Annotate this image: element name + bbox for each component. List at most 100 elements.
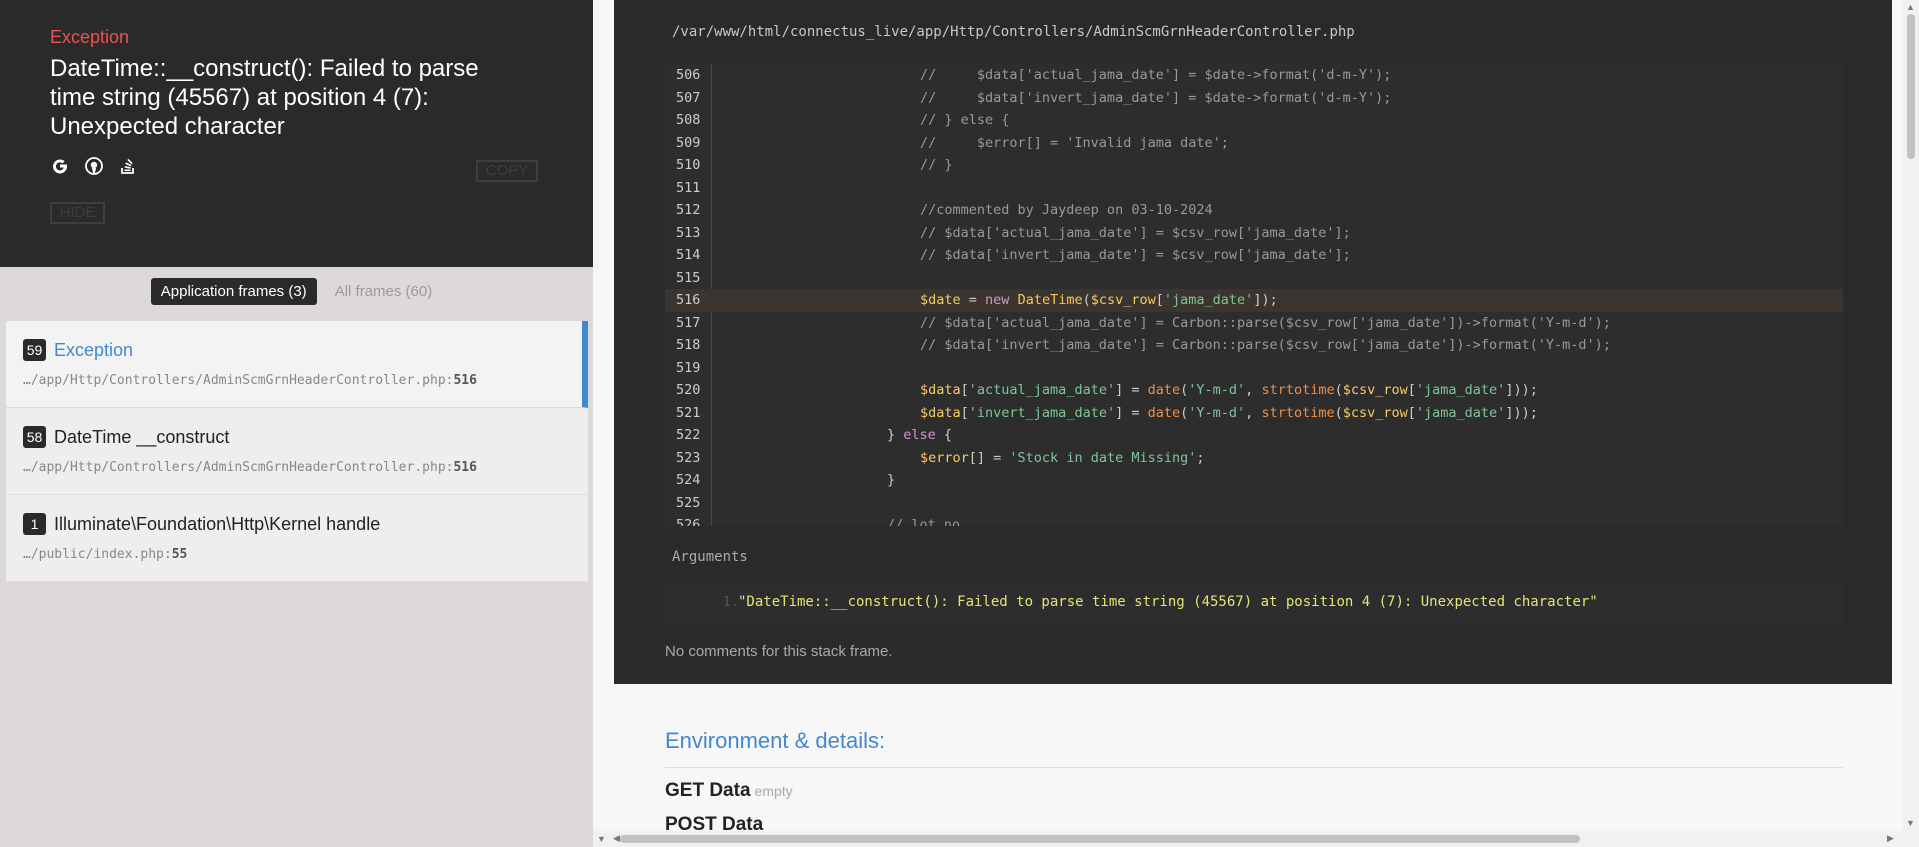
- code-line: 524}: [665, 469, 1843, 492]
- code-line: 521 $data['invert_jama_date'] = date('Y-m…: [665, 402, 1843, 425]
- frame-index: 58: [23, 426, 46, 448]
- frame-title: Exception: [54, 340, 134, 360]
- code-line: 510 // }: [665, 154, 1843, 177]
- line-number: 511: [676, 179, 701, 196]
- frame-file: …/public/index.php:55: [23, 547, 188, 562]
- line-number: 520: [676, 382, 701, 398]
- frame-file: …/app/Http/Controllers/AdminScmGrnHeader…: [23, 460, 477, 475]
- code-line: 523 $error[] = 'Stock in date Missing';: [665, 447, 1843, 470]
- scroll-right-icon[interactable]: ▶: [1887, 833, 1894, 844]
- frame-index: 59: [23, 339, 46, 361]
- line-number: 523: [676, 449, 701, 466]
- code-line: 509 // $error[] = 'Invalid jama date';: [665, 132, 1843, 155]
- get-data-heading: GET Data empty: [665, 780, 793, 801]
- code-line: 515: [665, 267, 1843, 290]
- line-number: 518: [676, 337, 701, 353]
- code-line: 526 // lot no: [665, 514, 1843, 526]
- stack-panel: Exception DateTime::__construct(): Faile…: [0, 0, 593, 847]
- code-line: 506 // $data['actual_jama_date'] = $date-…: [665, 64, 1843, 87]
- code-text: // $data['invert_jama_date'] = $date->fo…: [920, 89, 1392, 106]
- line-number: 506: [676, 67, 701, 83]
- line-number: 526: [676, 517, 701, 526]
- copy-button[interactable]: COPY: [476, 160, 538, 182]
- line-number: 521: [676, 404, 701, 421]
- horizontal-scrollbar[interactable]: ◀ ▶: [593, 831, 1903, 847]
- code-line: 511: [665, 177, 1843, 200]
- code-text: // $data['invert_jama_date'] = $csv_row[…: [920, 247, 1351, 263]
- code-text: // lot no: [887, 517, 961, 526]
- details-panel: /var/www/html/connectus_live/app/Http/Co…: [593, 0, 1903, 847]
- code-line: 517 // $data['actual_jama_date'] = Carbon…: [665, 312, 1843, 335]
- argument-value: "DateTime::__construct(): Failed to pars…: [738, 594, 1598, 610]
- frame-file-path: /var/www/html/connectus_live/app/Http/Co…: [672, 24, 1355, 40]
- code-line: 508 // } else {: [665, 109, 1843, 132]
- line-number: 525: [676, 494, 701, 511]
- tab-all-frames[interactable]: All frames (60): [325, 278, 443, 305]
- code-line: 518 // $data['invert_jama_date'] = Carbon…: [665, 334, 1843, 357]
- scroll-down-icon[interactable]: ▼: [1906, 818, 1915, 828]
- code-text: // $data['actual_jama_date'] = $csv_row[…: [920, 224, 1351, 241]
- code-line: 507 // $data['invert_jama_date'] = $date-…: [665, 87, 1843, 110]
- frame-index: 1: [23, 513, 46, 535]
- code-line: 513 // $data['actual_jama_date'] = $csv_r…: [665, 222, 1843, 245]
- code-text: // }: [920, 157, 953, 173]
- scroll-left-icon[interactable]: ◀: [613, 833, 620, 844]
- code-block: 506 // $data['actual_jama_date'] = $date-…: [665, 64, 1843, 526]
- frame-item[interactable]: 58 DateTime __construct …/app/Http/Contr…: [6, 408, 588, 495]
- line-number: 524: [676, 472, 701, 488]
- line-number: 522: [676, 427, 701, 443]
- code-text: } else {: [887, 427, 953, 443]
- code-text: // $data['actual_jama_date'] = Carbon::p…: [920, 314, 1611, 331]
- exception-class: Exception: [50, 27, 130, 47]
- code-line: 519: [665, 357, 1843, 380]
- code-text: // $data['invert_jama_date'] = Carbon::p…: [920, 337, 1611, 353]
- no-comments-text: No comments for this stack frame.: [665, 643, 893, 660]
- code-text: // $data['actual_jama_date'] = $date->fo…: [920, 67, 1392, 83]
- vertical-scrollbar[interactable]: ▲ ▼: [1903, 0, 1919, 847]
- code-text: }: [887, 472, 896, 488]
- code-text: // } else {: [920, 112, 1010, 128]
- frame-title: Illuminate\Foundation\Http\Kernel handle: [54, 514, 381, 534]
- code-line: 516 $date = new DateTime($csv_row['jama_d…: [665, 289, 1843, 312]
- horizontal-scroll-thumb[interactable]: [620, 835, 1580, 843]
- code-line: 512 //commented by Jaydeep on 03-10-2024: [665, 199, 1843, 222]
- line-number: 519: [676, 359, 701, 376]
- line-number: 516: [676, 292, 701, 308]
- frame-file: …/app/Http/Controllers/AdminScmGrnHeader…: [23, 373, 477, 388]
- panel-scroll-down-icon[interactable]: ▼: [597, 834, 606, 844]
- argument-index: 1.: [723, 595, 739, 610]
- frame-filter-tabs: Application frames (3) All frames (60): [0, 278, 593, 306]
- hide-button[interactable]: HIDE: [50, 202, 105, 224]
- search-icons: [50, 156, 138, 176]
- line-number: 514: [676, 247, 701, 263]
- code-text: $data['invert_jama_date'] = date('Y-m-d'…: [920, 404, 1538, 421]
- arguments-label: Arguments: [672, 549, 748, 565]
- code-text: $date = new DateTime($csv_row['jama_date…: [920, 292, 1278, 308]
- line-number: 512: [676, 202, 701, 218]
- exception-message: DateTime::__construct(): Failed to parse…: [50, 55, 479, 140]
- code-text: // $error[] = 'Invalid jama date';: [920, 134, 1229, 151]
- code-line: 514 // $data['invert_jama_date'] = $csv_r…: [665, 244, 1843, 267]
- code-line: 520 $data['actual_jama_date'] = date('Y-m…: [665, 379, 1843, 402]
- duckduckgo-icon[interactable]: [84, 156, 104, 176]
- line-number: 510: [676, 157, 701, 173]
- stackoverflow-icon[interactable]: [118, 156, 138, 176]
- line-number: 509: [676, 134, 701, 151]
- scroll-up-icon[interactable]: ▲: [1906, 2, 1915, 12]
- code-line: 525: [665, 492, 1843, 515]
- line-number: 515: [676, 269, 701, 286]
- line-number: 517: [676, 314, 701, 331]
- environment-title: Environment & details:: [665, 728, 886, 753]
- vertical-scroll-thumb[interactable]: [1907, 14, 1915, 159]
- code-text: //commented by Jaydeep on 03-10-2024: [920, 202, 1213, 218]
- line-number: 507: [676, 89, 701, 106]
- frame-details: /var/www/html/connectus_live/app/Http/Co…: [614, 0, 1892, 684]
- google-icon[interactable]: [50, 156, 70, 176]
- arguments-block: 1. "DateTime::__construct(): Failed to p…: [665, 583, 1843, 623]
- tab-application-frames[interactable]: Application frames (3): [150, 278, 317, 305]
- frame-title: DateTime __construct: [54, 427, 230, 447]
- frame-list: 59 Exception …/app/Http/Controllers/Admi…: [6, 321, 588, 582]
- exception-header: Exception DateTime::__construct(): Faile…: [0, 0, 593, 267]
- frame-item[interactable]: 59 Exception …/app/Http/Controllers/Admi…: [6, 321, 588, 408]
- frame-item[interactable]: 1 Illuminate\Foundation\Http\Kernel hand…: [6, 495, 588, 582]
